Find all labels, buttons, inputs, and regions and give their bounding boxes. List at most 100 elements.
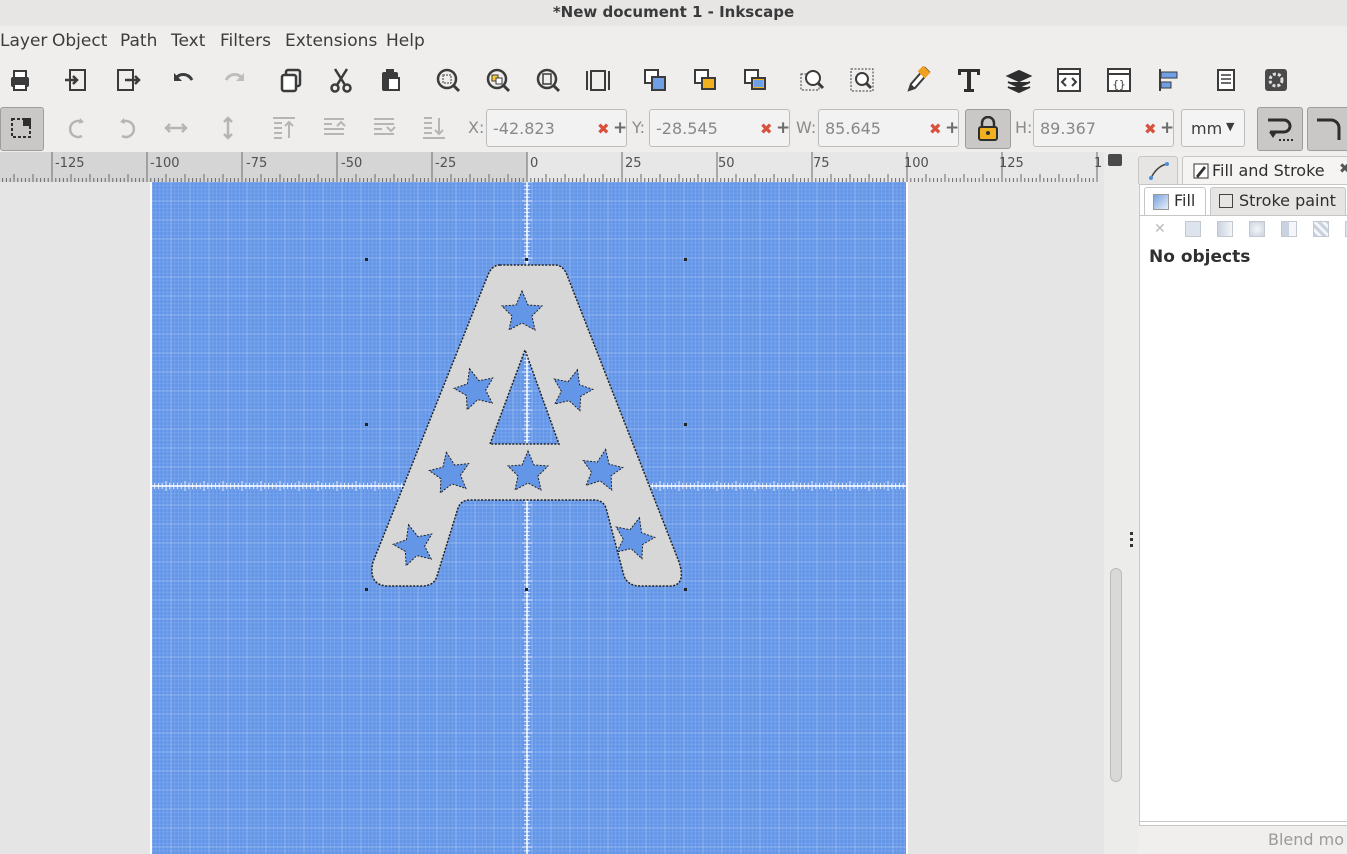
- document-page[interactable]: [150, 182, 908, 854]
- w-input[interactable]: [825, 110, 925, 146]
- lower-icon: [368, 112, 400, 144]
- zoom-page-width-icon[interactable]: [582, 64, 614, 96]
- horizontal-ruler[interactable]: -125 -100 -75 -50 -25 0 25 50 75 100 125…: [0, 152, 1104, 183]
- w-label: W:: [796, 118, 817, 137]
- xml-icon[interactable]: [1053, 64, 1085, 96]
- flat-color-icon[interactable]: [1185, 221, 1201, 237]
- unit-select[interactable]: mm ▼: [1181, 109, 1245, 147]
- menu-text[interactable]: Text: [171, 31, 205, 51]
- h-input[interactable]: [1040, 110, 1140, 146]
- window-title: *New document 1 - Inkscape: [552, 3, 795, 21]
- fill-stroke-panel: Fill Stroke paint ✕ No objects: [1139, 184, 1347, 826]
- ruler-label: -100: [150, 156, 180, 171]
- import-icon[interactable]: [60, 64, 92, 96]
- zoom-drawing-icon[interactable]: [482, 64, 514, 96]
- radial-gradient-icon[interactable]: [1249, 221, 1265, 237]
- x-field[interactable]: ✖ +: [486, 109, 627, 147]
- tab-fill-label: Fill: [1174, 191, 1196, 210]
- ungroup-icon[interactable]: [739, 64, 771, 96]
- lock-group-icon[interactable]: [689, 64, 721, 96]
- fill-stroke-icon[interactable]: [903, 64, 935, 96]
- text-font-icon[interactable]: [953, 64, 985, 96]
- xml-editor-icon[interactable]: [846, 64, 878, 96]
- dock-grip-icon[interactable]: [1130, 532, 1133, 548]
- zoom-selection-icon[interactable]: [432, 64, 464, 96]
- tab-stroke-paint-label: Stroke paint: [1239, 191, 1336, 210]
- ruler-label: 50: [718, 156, 735, 171]
- tab-fill[interactable]: Fill: [1144, 187, 1206, 215]
- tab-previous-dialog[interactable]: [1138, 156, 1178, 184]
- no-paint-icon[interactable]: ✕: [1154, 221, 1166, 237]
- title-bar: *New document 1 - Inkscape: [0, 0, 1347, 26]
- h-decrement-icon[interactable]: ✖: [1144, 120, 1157, 138]
- ruler-label: 100: [904, 156, 929, 171]
- cut-icon[interactable]: [325, 64, 357, 96]
- letter-a-object[interactable]: [152, 182, 906, 854]
- ruler-label: 25: [625, 156, 642, 171]
- scale-corners-toggle[interactable]: [1307, 107, 1347, 151]
- h-increment-icon[interactable]: +: [1160, 118, 1174, 138]
- pattern-icon[interactable]: [1313, 221, 1329, 237]
- menu-bar: Layer Object Path Text Filters Extension…: [0, 26, 1347, 56]
- menu-extensions[interactable]: Extensions: [285, 31, 377, 51]
- css-icon[interactable]: {}: [1103, 64, 1135, 96]
- tab-fill-and-stroke-label: Fill and Stroke: [1212, 161, 1325, 180]
- w-decrement-icon[interactable]: ✖: [929, 120, 942, 138]
- vertical-scrollbar[interactable]: [1104, 152, 1138, 854]
- menu-filters[interactable]: Filters: [220, 31, 271, 51]
- dock-panel: Fill and Stroke ✖ Fill Stroke paint ✕ No…: [1138, 152, 1347, 854]
- ruler-label: -50: [341, 156, 363, 171]
- blend-mode-label: Blend mo: [1268, 830, 1345, 849]
- w-field[interactable]: ✖ +: [818, 109, 959, 147]
- ruler-label: 0: [530, 156, 539, 171]
- menu-layer[interactable]: Layer: [0, 31, 47, 51]
- raise-icon: [318, 112, 350, 144]
- scrollbar-thumb[interactable]: [1110, 568, 1122, 782]
- linear-gradient-icon[interactable]: [1217, 221, 1233, 237]
- tab-stroke-paint[interactable]: Stroke paint: [1210, 187, 1346, 215]
- align-icon[interactable]: [1153, 64, 1185, 96]
- chevron-down-icon: ▼: [1226, 120, 1235, 133]
- drawing-canvas[interactable]: [0, 182, 1104, 854]
- w-increment-icon[interactable]: +: [945, 118, 959, 138]
- y-input[interactable]: [656, 110, 756, 146]
- monitor-icon[interactable]: [1108, 154, 1122, 166]
- menu-path[interactable]: Path: [120, 31, 157, 51]
- paste-icon[interactable]: [375, 64, 407, 96]
- lower-to-bottom-icon: [418, 112, 450, 144]
- flip-horizontal-icon: [160, 112, 192, 144]
- duplicate-icon[interactable]: [275, 64, 307, 96]
- export-icon[interactable]: [112, 64, 144, 96]
- menu-help[interactable]: Help: [386, 31, 425, 51]
- y-decrement-icon[interactable]: ✖: [760, 120, 773, 138]
- select-all-button[interactable]: [0, 107, 44, 151]
- undo-icon[interactable]: [168, 64, 200, 96]
- y-increment-icon[interactable]: +: [776, 118, 790, 138]
- print-icon[interactable]: [4, 64, 36, 96]
- close-icon[interactable]: ✖: [1339, 161, 1347, 177]
- rotate-cw-icon: [110, 112, 142, 144]
- ruler-label: 75: [813, 156, 830, 171]
- document-properties-icon[interactable]: [1210, 64, 1242, 96]
- h-field[interactable]: ✖ +: [1033, 109, 1174, 147]
- zoom-page-icon[interactable]: [532, 64, 564, 96]
- mesh-gradient-icon[interactable]: [1281, 221, 1297, 237]
- svg-text:{}: {}: [1112, 78, 1125, 91]
- layers-icon[interactable]: [1003, 64, 1035, 96]
- group-icon[interactable]: [639, 64, 671, 96]
- fill-stroke-tab-icon: [1193, 163, 1209, 179]
- y-field[interactable]: ✖ +: [649, 109, 790, 147]
- lock-proportions-button[interactable]: [965, 109, 1011, 149]
- x-increment-icon[interactable]: +: [613, 118, 627, 138]
- scale-stroke-toggle[interactable]: [1257, 107, 1303, 151]
- tab-fill-and-stroke[interactable]: Fill and Stroke ✖: [1182, 156, 1347, 184]
- symbols-icon[interactable]: [796, 64, 828, 96]
- x-label: X:: [468, 118, 485, 137]
- ruler-label: 125: [999, 156, 1024, 171]
- unit-value: mm: [1191, 119, 1223, 138]
- preferences-icon[interactable]: [1260, 64, 1292, 96]
- menu-object[interactable]: Object: [52, 31, 107, 51]
- x-decrement-icon[interactable]: ✖: [597, 120, 610, 138]
- x-input[interactable]: [493, 110, 593, 146]
- rotate-ccw-icon: [62, 112, 94, 144]
